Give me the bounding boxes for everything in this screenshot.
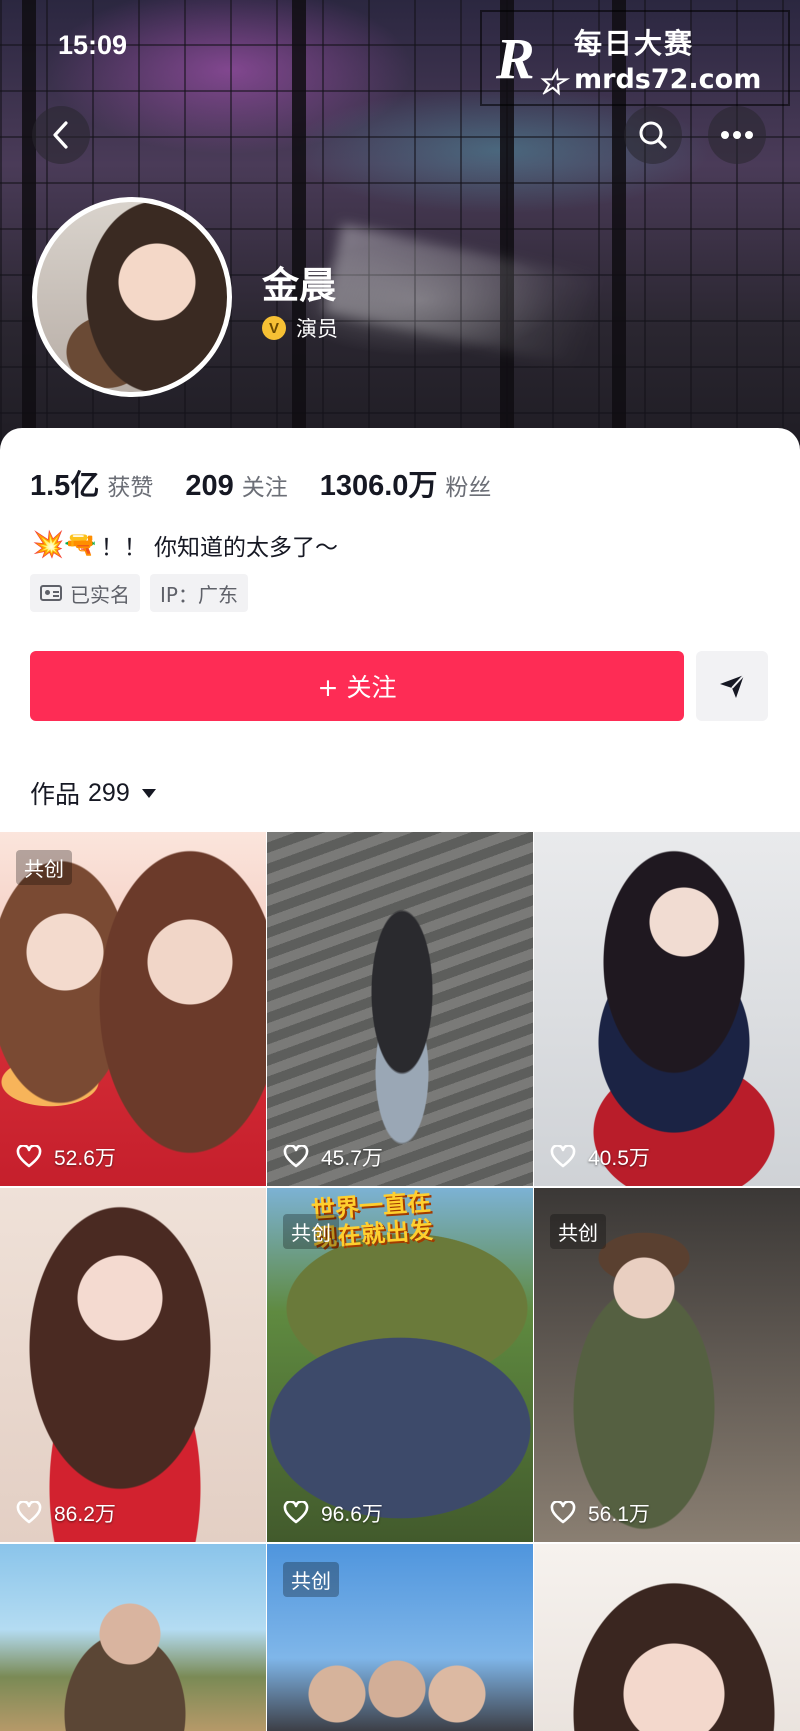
v-badge-icon: V [262,316,286,340]
watermark-logo: R ☆ [496,25,566,102]
heart-icon [550,1145,576,1168]
tile-likes-count: 52.6万 [54,1147,116,1170]
tile-likes-count: 86.2万 [54,1503,116,1526]
heart-icon [283,1145,309,1168]
stat-following-value: 209 [185,470,234,502]
tile-likes: 56.1万 [550,1498,650,1528]
caret-down-icon [141,788,156,798]
collab-badge: 共创 [283,1214,339,1249]
watermark-logo-letter: R [496,25,535,91]
status-time: 15:09 [58,30,128,60]
share-button[interactable] [696,651,768,721]
tile-likes-count: 45.7万 [321,1147,383,1170]
watermark-name: 每日大赛 [574,26,695,60]
chevron-left-icon [53,121,68,149]
verified-role: V 演员 [262,313,338,343]
profile-bio: 💥🔫 ！！ 你知道的太多了～ [32,528,338,562]
works-label: 作品 [30,780,81,809]
tile-likes-count: 96.6万 [321,1503,383,1526]
stat-following[interactable]: 209 关注 [185,468,287,503]
works-count: 299 [88,778,130,807]
follow-button[interactable]: + 关注 [30,651,684,721]
video-tile[interactable]: 86.2万 [0,1188,266,1542]
cover-post [22,0,36,470]
stat-followers-label: 粉丝 [445,475,492,501]
video-tile[interactable] [0,1544,266,1731]
video-tile[interactable]: 共创 52.6万 [0,832,266,1186]
tile-likes: 86.2万 [16,1498,116,1528]
more-dots-icon [721,131,753,139]
tag-real-name-label: 已实名 [70,582,130,607]
tile-likes-count: 56.1万 [588,1503,650,1526]
heart-icon [283,1501,309,1524]
tag-ip-label: IP：广东 [160,582,238,607]
profile-stats: 1.5亿 获赞 209 关注 1306.0万 粉丝 [30,462,523,504]
tile-likes: 45.7万 [283,1142,383,1172]
send-icon [720,674,745,698]
video-tile[interactable]: 世界一直在 现在就出发 共创 96.6万 [267,1188,533,1542]
heart-icon [16,1145,42,1168]
video-tile[interactable] [534,1544,800,1731]
stat-followers-value: 1306.0万 [319,470,438,502]
cover-post [292,0,306,470]
stat-following-label: 关注 [241,475,288,501]
collab-badge: 共创 [283,1562,339,1597]
avatar[interactable] [32,197,232,397]
search-icon [639,121,667,149]
video-tile[interactable]: 40.5万 [534,832,800,1186]
bio-text: ！！ 你知道的太多了～ [100,535,339,561]
works-grid: 共创 52.6万 45.7万 40.5万 86.2万 世界一直在 现在就出发 共创… [0,832,800,1731]
heart-icon [16,1501,42,1524]
heart-icon [550,1501,576,1524]
back-button[interactable] [32,106,90,164]
works-tab[interactable]: 作品 299 [30,775,156,811]
video-tile[interactable]: 共创 56.1万 [534,1188,800,1542]
video-tile[interactable]: 共创 [267,1544,533,1731]
tag-ip-location: IP：广东 [150,574,248,612]
profile-name: 金晨 [262,264,336,307]
profile-tags: 已实名 IP：广东 [30,574,258,612]
collab-badge: 共创 [550,1214,606,1249]
watermark-url: mrds72.com [574,63,762,95]
more-button[interactable] [708,106,766,164]
bio-emoji: 💥🔫 [32,530,97,560]
id-card-icon [40,585,62,601]
collab-badge: 共创 [16,850,72,885]
search-button[interactable] [624,106,682,164]
verified-role-label: 演员 [296,317,338,341]
tile-likes: 52.6万 [16,1142,116,1172]
watermark-text: 每日大赛 mrds72.com [574,22,761,95]
stat-likes[interactable]: 1.5亿 获赞 [30,462,153,504]
tile-likes: 40.5万 [550,1142,650,1172]
tile-likes-count: 40.5万 [588,1147,650,1170]
stat-followers[interactable]: 1306.0万 粉丝 [320,462,492,504]
star-icon: ☆ [536,64,567,102]
video-tile[interactable]: 45.7万 [267,832,533,1186]
tile-likes: 96.6万 [283,1498,383,1528]
tag-real-name[interactable]: 已实名 [30,574,140,612]
stat-likes-label: 获赞 [107,475,154,501]
stat-likes-value: 1.5亿 [30,470,100,502]
watermark: R ☆ 每日大赛 mrds72.com [480,10,790,106]
follow-button-label: + 关注 [317,673,397,702]
